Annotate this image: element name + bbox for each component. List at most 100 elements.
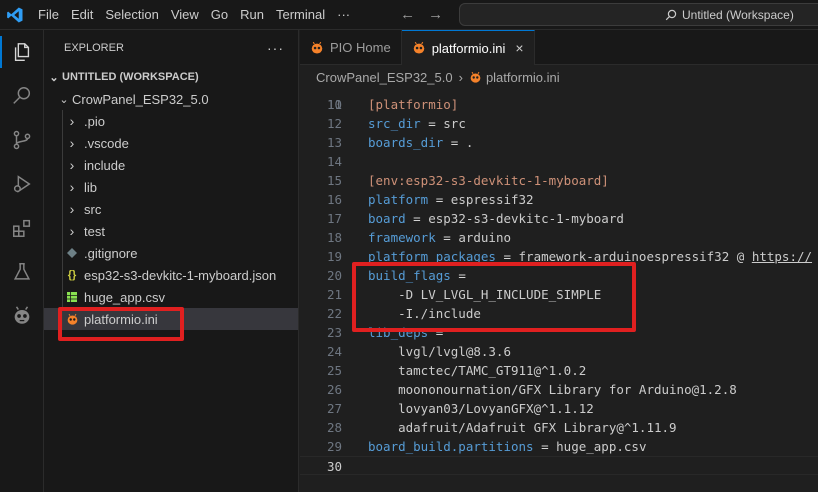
tree-item-label: esp32-s3-devkitc-1-myboard.json <box>84 267 277 283</box>
code-line: 23 lib_deps = <box>300 323 818 342</box>
code-line: 14 <box>300 152 818 171</box>
code-line: 11 [platformio] <box>300 95 818 114</box>
line-number: 13 <box>326 135 342 150</box>
tree-file-item[interactable]: {} esp32-s3-devkitc-1-myboard.json <box>44 264 298 286</box>
code-line: 15 [env:esp32-s3-devkitc-1-myboard] <box>300 171 818 190</box>
breadcrumb-separator: › <box>458 69 463 85</box>
indent-guide <box>62 198 63 220</box>
menu-item[interactable]: View <box>165 0 205 30</box>
explorer-icon[interactable] <box>0 30 44 74</box>
run-debug-icon[interactable] <box>0 162 44 206</box>
code-token: = <box>420 116 444 131</box>
code-token: src_dir <box>368 116 421 131</box>
tree-file-item[interactable]: platformio.ini <box>44 308 298 330</box>
activity-bar <box>0 30 44 492</box>
tree-folder-item[interactable]: › lib <box>44 176 298 198</box>
platformio-icon <box>469 71 482 84</box>
search-view-icon[interactable] <box>0 74 44 118</box>
line-number: 17 <box>326 211 342 226</box>
chevron-right-icon: › <box>69 135 75 151</box>
tree-folder-item[interactable]: › test <box>44 220 298 242</box>
explorer-header: EXPLORER ··· <box>44 30 298 66</box>
code-line-partial: 10 <box>300 88 818 112</box>
code-line: 22 -I./include <box>300 304 818 323</box>
code-text: build_flags = <box>368 266 466 285</box>
code-token: huge_app.csv <box>556 439 647 454</box>
code-token: espressif32 <box>450 192 534 207</box>
tree-folder-item[interactable]: › src <box>44 198 298 220</box>
close-icon[interactable]: × <box>515 40 523 56</box>
line-number: 11 <box>326 97 342 112</box>
line-number: 21 <box>326 287 342 302</box>
menu-item[interactable]: Selection <box>99 0 164 30</box>
code-token: build_flags <box>368 268 451 283</box>
workspace-section[interactable]: ⌄ UNTITLED (WORKSPACE) <box>44 66 298 88</box>
code-token: adafruit/Adafruit GFX Library@^1.11.9 <box>368 420 677 435</box>
tab-label: PIO Home <box>330 40 391 55</box>
menu-item[interactable]: File <box>32 0 65 30</box>
line-number: 14 <box>326 154 342 169</box>
platformio-alien-icon[interactable] <box>0 294 44 338</box>
project-folder[interactable]: ⌄ CrowPanel_ESP32_5.0 <box>44 88 298 110</box>
code-token: = <box>450 268 466 283</box>
code-token: -D LV_LVGL_H_INCLUDE_SIMPLE <box>368 287 602 302</box>
line-number: 16 <box>326 192 342 207</box>
indent-guide <box>62 176 63 198</box>
code-token: lib_deps <box>368 325 429 340</box>
indent-guide <box>62 308 63 330</box>
line-number: 19 <box>326 249 342 264</box>
back-arrow-icon[interactable]: ← <box>400 6 415 23</box>
menu-item[interactable]: Terminal <box>270 0 331 30</box>
code-token: [platformio] <box>368 97 459 112</box>
code-token: [env:esp32-s3-devkitc-1-myboard] <box>368 173 609 188</box>
code-token: tamctec/TAMC_GT911@^1.0.2 <box>368 363 587 378</box>
code-token: platform <box>368 192 429 207</box>
vscode-logo-icon <box>0 0 30 30</box>
line-number: 12 <box>326 116 342 131</box>
chevron-right-icon: › <box>69 179 75 195</box>
code-token: = <box>495 249 519 264</box>
line-number: 20 <box>326 268 342 283</box>
code-text: tamctec/TAMC_GT911@^1.0.2 <box>368 361 586 380</box>
line-number: 27 <box>326 401 342 416</box>
tab-platformio-ini[interactable]: platformio.ini × <box>401 30 535 65</box>
code-token: moononournation/GFX Library for Arduino@… <box>368 382 737 397</box>
menu-item[interactable]: Edit <box>65 0 99 30</box>
chevron-down-icon: ⌄ <box>59 93 69 106</box>
tree-folder-item[interactable]: › .vscode <box>44 132 298 154</box>
code-text: [platformio] <box>368 95 458 114</box>
menu-item[interactable]: ··· <box>331 0 356 30</box>
tree-item-label: huge_app.csv <box>84 289 165 305</box>
tree-file-item[interactable]: huge_app.csv <box>44 286 298 308</box>
code-token: = <box>533 439 557 454</box>
chevron-right-icon: › <box>69 113 75 129</box>
more-actions-icon[interactable]: ··· <box>267 40 284 56</box>
tree-folder-item[interactable]: › include <box>44 154 298 176</box>
editor-tabs: PIO Home platformio.ini × <box>300 30 818 65</box>
extensions-icon[interactable] <box>0 206 44 250</box>
code-text: lvgl/lvgl@8.3.6 <box>368 342 511 361</box>
code-text: boards_dir = . <box>368 133 473 152</box>
tree-item-label: src <box>84 201 102 217</box>
line-number: 30 <box>326 459 342 474</box>
breadcrumb-folder[interactable]: CrowPanel_ESP32_5.0 <box>316 70 453 85</box>
source-control-icon[interactable] <box>0 118 44 162</box>
menu-item[interactable]: Run <box>234 0 270 30</box>
code-line: 28 adafruit/Adafruit GFX Library@^1.11.9 <box>300 418 818 437</box>
code-token: = <box>435 230 459 245</box>
command-center[interactable]: Untitled (Workspace) <box>459 3 818 26</box>
platformio-icon <box>310 41 324 55</box>
platformio-icon <box>412 41 426 55</box>
menu-item[interactable]: Go <box>205 0 234 30</box>
breadcrumb-file[interactable]: platformio.ini <box>486 70 560 85</box>
code-token: https:// <box>751 249 813 264</box>
code-editor[interactable]: 10 11 [platformio] 12 src_dir = src 13 boards… <box>300 88 818 492</box>
tree-folder-item[interactable]: › .pio <box>44 110 298 132</box>
indent-guide <box>62 220 63 242</box>
forward-arrow-icon[interactable]: → <box>428 6 443 23</box>
tree-item-label: test <box>84 223 105 239</box>
tab-pio-home[interactable]: PIO Home <box>300 30 402 65</box>
tree-file-item[interactable]: .gitignore <box>44 242 298 264</box>
code-line: 25 tamctec/TAMC_GT911@^1.0.2 <box>300 361 818 380</box>
testing-flask-icon[interactable] <box>0 250 44 294</box>
